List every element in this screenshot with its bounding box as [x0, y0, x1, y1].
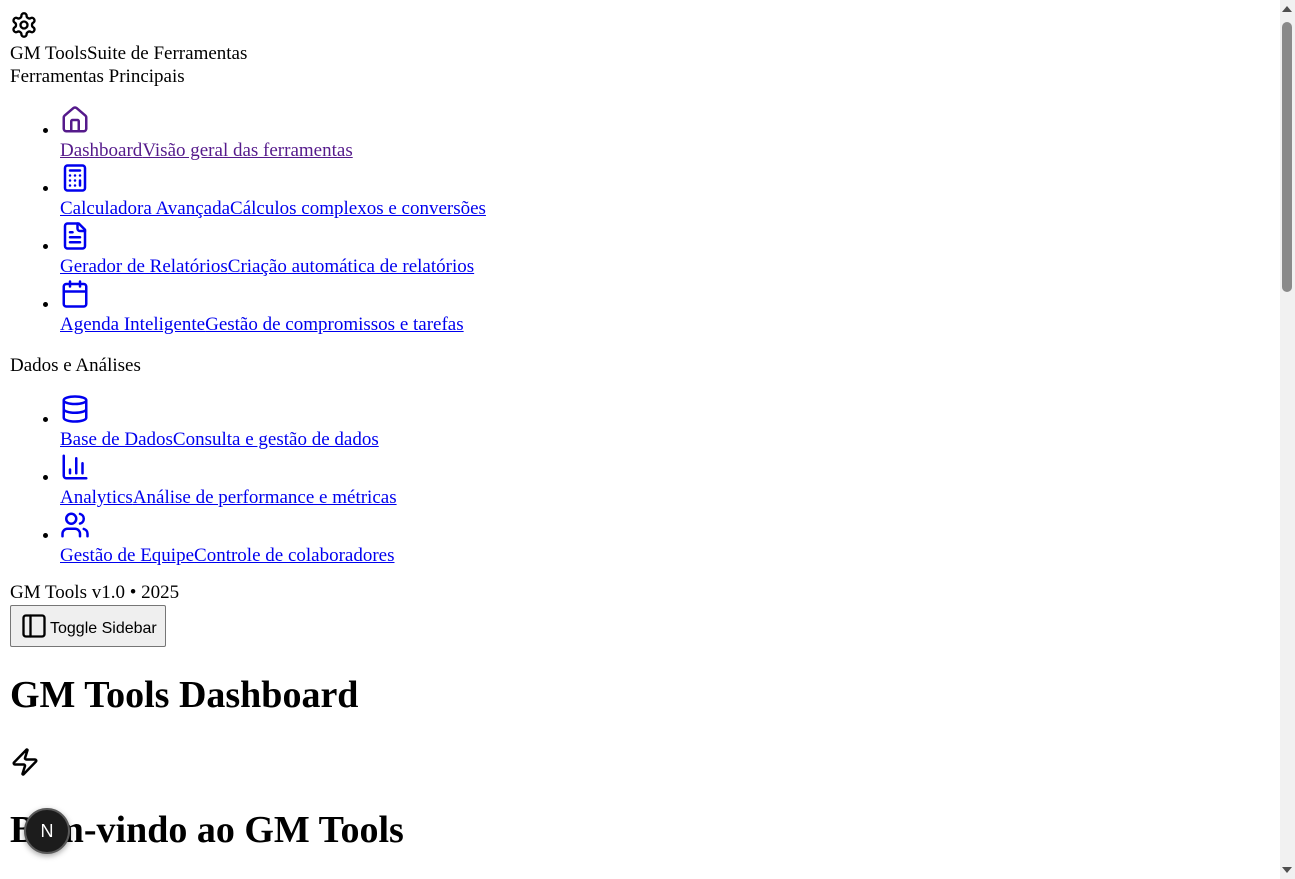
brand-name: GM Tools: [10, 43, 87, 64]
nav-title: Gestão de Equipe: [60, 545, 195, 566]
nav-item-reports: Gerador de RelatóriosCriação automática …: [60, 220, 1270, 278]
bar-chart-icon: [60, 451, 1270, 486]
group-title-main-tools: Ferramentas Principais: [10, 66, 185, 87]
nav-title: Gerador de Relatórios: [60, 256, 228, 277]
sidebar-footer: GM Tools v1.0 • 2025: [10, 582, 180, 603]
nav-link-database[interactable]: Base de DadosConsulta e gestão de dados: [60, 429, 379, 450]
nav-link-analytics[interactable]: AnalyticsAnálise de performance e métric…: [60, 487, 397, 508]
scroll-down-arrow-icon[interactable]: [1282, 867, 1292, 873]
calculator-icon: [60, 162, 1270, 197]
nav-description: Análise de performance e métricas: [132, 487, 397, 508]
nav-item-analytics: AnalyticsAnálise de performance e métric…: [60, 451, 1270, 509]
vertical-scrollbar[interactable]: [1280, 0, 1295, 879]
nav-link-reports[interactable]: Gerador de RelatóriosCriação automática …: [60, 256, 474, 277]
dev-badge-label: N: [40, 820, 54, 841]
nav-description: Visão geral das ferramentas: [142, 140, 353, 161]
home-icon: [60, 104, 1270, 139]
nav-link-team[interactable]: Gestão de EquipeControle de colaboradore…: [60, 545, 395, 566]
nav-description: Gestão de compromissos e tarefas: [205, 314, 464, 335]
nav-title: Dashboard: [60, 140, 143, 161]
nav-description: Consulta e gestão de dados: [172, 429, 379, 450]
dev-tools-badge[interactable]: N: [24, 808, 70, 854]
brand-subtitle: Suite de Ferramentas: [86, 43, 248, 64]
nav-description: Controle de colaboradores: [194, 545, 395, 566]
nav-item-database: Base de DadosConsulta e gestão de dados: [60, 393, 1270, 451]
users-icon: [60, 509, 1270, 544]
toggle-sidebar-button[interactable]: Toggle Sidebar: [10, 605, 166, 647]
nav-link-agenda[interactable]: Agenda InteligenteGestão de compromissos…: [60, 314, 464, 335]
file-text-icon: [60, 220, 1270, 255]
calendar-icon: [60, 278, 1270, 313]
nav-link-calculator[interactable]: Calculadora AvançadaCálculos complexos e…: [60, 198, 486, 219]
scroll-up-arrow-icon[interactable]: [1282, 6, 1292, 12]
nav-item-agenda: Agenda InteligenteGestão de compromissos…: [60, 278, 1270, 336]
brand: GM ToolsSuite de Ferramentas: [10, 42, 1270, 65]
group-title-data-analytics: Dados e Análises: [10, 355, 141, 376]
nav-title: Calculadora Avançada: [60, 198, 231, 219]
zap-icon: [10, 747, 1270, 781]
nav-item-dashboard: DashboardVisão geral das ferramentas: [60, 104, 1270, 162]
page-title: GM Tools Dashboard: [10, 674, 359, 716]
nav-item-team: Gestão de EquipeControle de colaboradore…: [60, 509, 1270, 567]
nav-item-calculator: Calculadora AvançadaCálculos complexos e…: [60, 162, 1270, 220]
toggle-sidebar-label: Toggle Sidebar: [50, 620, 157, 637]
nav-data-analytics: Base de DadosConsulta e gestão de dados …: [10, 393, 1270, 567]
panel-left-icon: [22, 614, 46, 638]
database-icon: [60, 393, 1270, 428]
nav-title: Base de Dados: [60, 429, 173, 450]
nav-title: Agenda Inteligente: [60, 314, 206, 335]
nav-main-tools: DashboardVisão geral das ferramentas Cal…: [10, 104, 1270, 336]
welcome-title: Bem-vindo ao GM Tools: [10, 809, 404, 851]
page: GM ToolsSuite de Ferramentas Ferramentas…: [10, 8, 1270, 852]
gear-icon: [10, 8, 1270, 42]
nav-description: Cálculos complexos e conversões: [230, 198, 486, 219]
nav-title: Analytics: [60, 487, 133, 508]
scroll-thumb[interactable]: [1282, 22, 1292, 292]
nav-description: Criação automática de relatórios: [227, 256, 475, 277]
nav-link-dashboard[interactable]: DashboardVisão geral das ferramentas: [60, 140, 353, 161]
